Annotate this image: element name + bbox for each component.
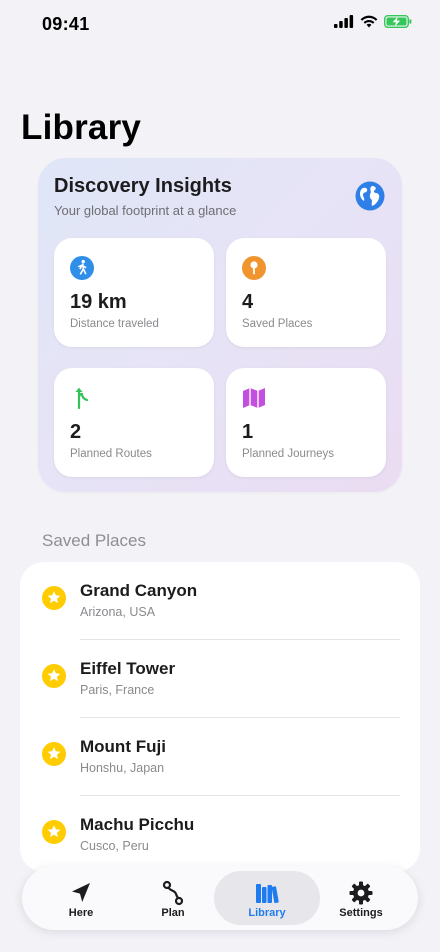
stat-value: 19 km (70, 291, 127, 313)
place-name: Machu Picchu (80, 815, 195, 834)
saved-places-list: Grand Canyon Arizona, USA Eiffel Tower P… (20, 562, 420, 872)
tab-label: Settings (339, 907, 383, 919)
status-bar: 09:41 (0, 0, 440, 48)
tab-label: Here (68, 907, 94, 919)
star-icon (42, 586, 66, 610)
insights-subtitle: Your global footprint at a glance (54, 203, 237, 218)
place-location: Paris, France (80, 683, 155, 697)
walk-icon (70, 256, 94, 280)
list-item-eiffel-tower[interactable]: Eiffel Tower Paris, France (20, 640, 420, 718)
tab-library[interactable]: Library (214, 871, 320, 925)
star-icon (42, 664, 66, 688)
place-location: Arizona, USA (80, 605, 156, 619)
wifi-icon (360, 15, 378, 28)
stat-label: Planned Routes (70, 448, 152, 460)
page-title: Library (21, 108, 142, 147)
tab-plan[interactable]: Plan (120, 871, 226, 925)
stat-value: 1 (242, 421, 254, 443)
stat-card-saved-places[interactable]: 4 Saved Places (226, 238, 386, 347)
tab-here[interactable]: Here (28, 871, 134, 925)
list-item-mount-fuji[interactable]: Mount Fuji Honshu, Japan (20, 718, 420, 796)
place-name: Grand Canyon (80, 581, 198, 600)
place-location: Honshu, Japan (80, 761, 165, 775)
tab-settings[interactable]: Settings (308, 871, 414, 925)
place-name: Eiffel Tower (80, 659, 176, 678)
list-item-grand-canyon[interactable]: Grand Canyon Arizona, USA (20, 562, 420, 640)
star-icon (42, 742, 66, 766)
stat-value: 4 (242, 291, 254, 313)
tab-label: Plan (161, 907, 185, 919)
saved-places-header: Saved Places (42, 531, 146, 550)
stat-label: Distance traveled (70, 318, 159, 330)
status-icons (334, 15, 412, 28)
star-icon (42, 820, 66, 844)
stat-card-planned-routes[interactable]: 2 Planned Routes (54, 368, 214, 477)
route-icon (162, 880, 184, 906)
stat-card-distance[interactable]: 19 km Distance traveled (54, 238, 214, 347)
route-icon (75, 387, 89, 410)
discovery-insights-card: Discovery Insights Your global footprint… (38, 158, 402, 492)
stat-label: Planned Journeys (242, 448, 335, 460)
map-icon (243, 388, 265, 408)
pin-icon (242, 256, 266, 280)
globe-icon[interactable] (354, 180, 386, 212)
tab-bar: Here Plan Library Settings (22, 866, 418, 930)
stat-card-planned-journeys[interactable]: 1 Planned Journeys (226, 368, 386, 477)
tab-label: Library (248, 907, 286, 919)
stat-label: Saved Places (242, 318, 313, 330)
stat-value: 2 (70, 421, 82, 443)
battery-charging-icon (384, 15, 412, 28)
location-arrow-icon (72, 883, 90, 902)
cellular-signal-icon (334, 15, 354, 28)
status-time: 09:41 (42, 14, 90, 34)
books-icon (256, 884, 279, 904)
insights-title: Discovery Insights (54, 175, 232, 197)
list-item-machu-picchu[interactable]: Machu Picchu Cusco, Peru (20, 796, 420, 872)
gear-icon (349, 881, 373, 905)
place-location: Cusco, Peru (80, 839, 149, 853)
place-name: Mount Fuji (80, 737, 166, 756)
